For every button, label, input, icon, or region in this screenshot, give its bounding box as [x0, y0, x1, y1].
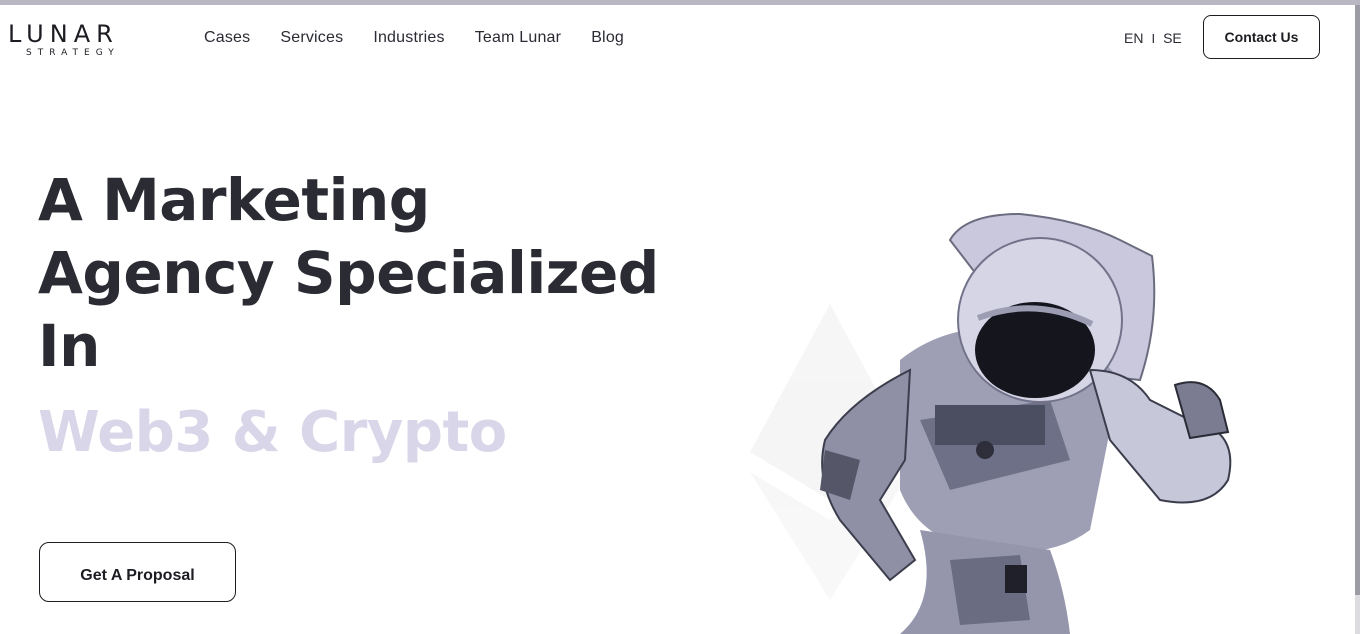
lang-option-en[interactable]: EN	[1124, 30, 1143, 46]
scrollbar-thumb[interactable]	[1355, 5, 1360, 595]
hero-title-line-3: In	[38, 312, 100, 380]
logo-subtitle: STRATEGY	[26, 48, 120, 58]
lunar-strategy-logo[interactable]: LUNAR STRATEGY	[8, 21, 140, 61]
hero-highlight-text: Web3 & Crypto	[38, 400, 507, 465]
astronaut-illustration	[750, 212, 1232, 634]
lang-option-se[interactable]: SE	[1163, 30, 1182, 46]
nav-item-industries[interactable]: Industries	[373, 29, 444, 47]
contact-us-button[interactable]: Contact Us	[1203, 15, 1320, 59]
main-nav: Cases Services Industries Team Lunar Blo…	[204, 29, 654, 47]
lang-separator: I	[1151, 30, 1156, 46]
site-header: LUNAR STRATEGY Cases Services Industries…	[0, 5, 1355, 71]
hero-title-line-2: Agency Specialized	[38, 239, 659, 307]
nav-item-cases[interactable]: Cases	[204, 29, 250, 47]
hero-title: A Marketing Agency Specialized In	[38, 164, 678, 383]
nav-item-team-lunar[interactable]: Team Lunar	[475, 29, 562, 47]
nav-item-services[interactable]: Services	[280, 29, 343, 47]
logo-wordmark: LUNAR	[8, 20, 119, 48]
language-switcher: EN I SE	[1124, 30, 1182, 46]
nav-item-blog[interactable]: Blog	[591, 29, 624, 47]
hero-title-line-1: A Marketing	[38, 166, 430, 234]
get-proposal-button[interactable]: Get A Proposal	[39, 542, 236, 602]
